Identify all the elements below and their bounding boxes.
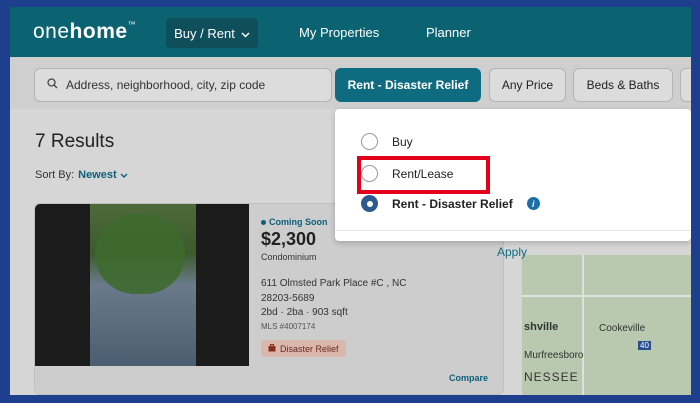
highway-shield-icon: 40 [638, 341, 651, 350]
search-input[interactable]: Address, neighborhood, city, zip code [34, 68, 332, 102]
top-navigation: onehome™ Buy / Rent My Properties Planne… [10, 7, 691, 57]
disaster-relief-badge: Disaster Relief [261, 340, 346, 357]
listing-status-text: Coming Soon [269, 217, 328, 227]
radio-rent-disaster-relief[interactable] [361, 195, 378, 212]
listing-status: Coming Soon [261, 217, 328, 227]
map-label: shville [524, 321, 559, 333]
dropdown-divider [335, 230, 691, 231]
nav-planner[interactable]: Planner [426, 25, 471, 40]
info-icon[interactable]: i [526, 197, 540, 210]
filter-price-button[interactable]: Any Price [489, 68, 566, 102]
listing-price: $2,300 [261, 229, 317, 249]
map-label: Murfreesboro [524, 350, 584, 361]
listing-beds-baths: 2bd · 2ba · 903 sqft [261, 307, 348, 318]
sort-label: Sort By: [35, 169, 75, 181]
tree-image [95, 214, 185, 294]
search-filter-bar: Address, neighborhood, city, zip code Re… [10, 57, 691, 109]
briefcase-icon [268, 343, 276, 354]
filter-listing-type-button[interactable]: Rent - Disaster Relief [335, 68, 481, 102]
status-dot-icon [261, 220, 266, 226]
filter-more-button[interactable] [680, 68, 691, 102]
chevron-down-icon [120, 169, 128, 181]
map-label: NESSEE [524, 370, 579, 384]
compare-link[interactable]: Compare [449, 373, 488, 383]
search-icon [47, 78, 58, 92]
map-view[interactable]: shville Cookeville Murfreesboro NESSEE 4… [522, 255, 691, 395]
chevron-down-icon [241, 26, 250, 41]
listing-address: 611 Olmsted Park Place #C , NC 28203-568… [261, 278, 407, 304]
logo-text-one: one [33, 20, 70, 43]
search-placeholder: Address, neighborhood, city, zip code [66, 78, 266, 92]
results-count: 7 Results [35, 131, 115, 152]
map-label: Cookeville [599, 323, 646, 334]
logo-trademark: ™ [127, 20, 137, 29]
option-rent-disaster-relief[interactable]: Rent - Disaster Relief i [361, 195, 540, 212]
listing-mls: MLS #4007174 [261, 322, 316, 331]
buy-rent-dropdown[interactable]: Buy / Rent [166, 18, 258, 48]
map-road [582, 255, 584, 395]
sort-control[interactable]: Sort By: Newest [35, 169, 128, 181]
listing-property-type: Condominium [261, 252, 317, 262]
onehome-logo[interactable]: onehome™ [33, 20, 136, 44]
option-buy[interactable]: Buy [361, 133, 413, 150]
option-rent-disaster-relief-label: Rent - Disaster Relief [392, 196, 513, 211]
annotation-highlight-box [357, 156, 490, 194]
radio-buy[interactable] [361, 133, 378, 150]
map-road [522, 295, 691, 297]
filter-beds-baths-button[interactable]: Beds & Baths [573, 68, 673, 102]
apply-button[interactable]: Apply [497, 245, 527, 259]
disaster-relief-badge-label: Disaster Relief [280, 343, 339, 354]
listing-photo[interactable] [35, 204, 249, 366]
app-window: onehome™ Buy / Rent My Properties Planne… [10, 7, 691, 395]
option-buy-label: Buy [392, 134, 413, 149]
logo-text-home: home [69, 20, 128, 43]
buy-rent-label: Buy / Rent [174, 25, 235, 41]
sort-value[interactable]: Newest [78, 169, 117, 181]
nav-my-properties[interactable]: My Properties [299, 25, 379, 40]
